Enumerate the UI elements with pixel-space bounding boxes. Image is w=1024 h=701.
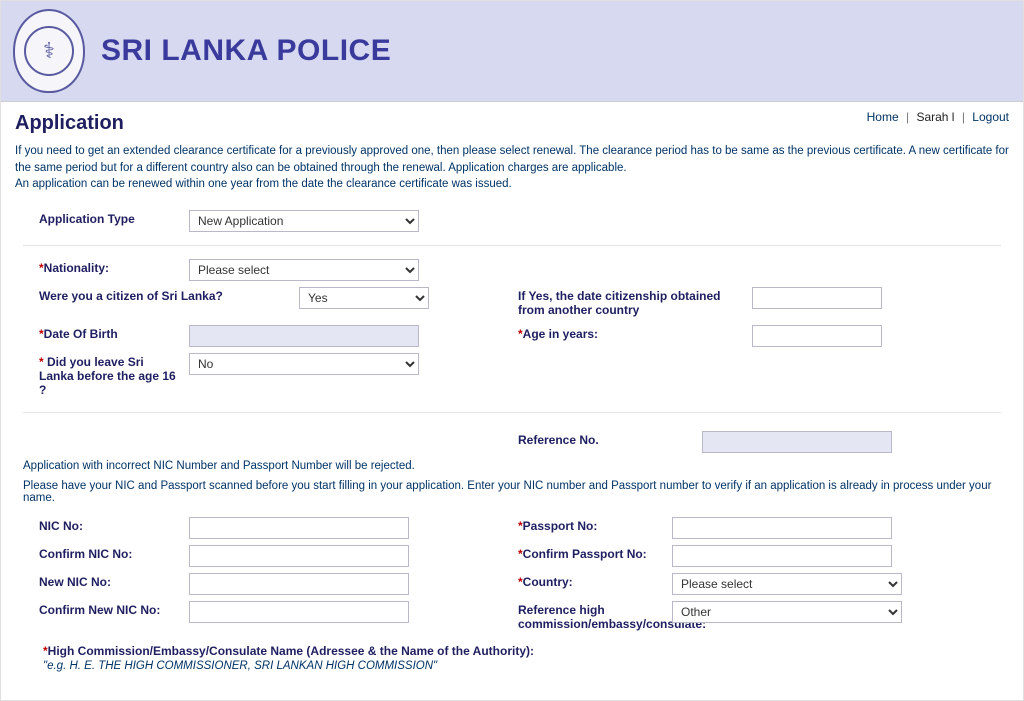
- label-ref-high-comm: Reference high commission/embassy/consul…: [512, 601, 672, 633]
- page-container: ⚕ SRI LANKA POLICE Application Home | Sa…: [0, 0, 1024, 701]
- select-citizen[interactable]: Yes: [299, 287, 429, 309]
- top-nav: Home | Sarah l | Logout: [853, 108, 1023, 124]
- label-did-you-leave: * Did you leave Sri Lanka before the age…: [9, 353, 189, 399]
- section-divider: [23, 412, 1001, 413]
- row-nic-passport-1: NIC No: *Passport No:: [9, 514, 1015, 542]
- row-nationality: *Nationality: Please select: [9, 256, 1015, 284]
- high-comm-example: "e.g. H. E. THE HIGH COMMISSIONER, SRI L…: [9, 660, 1015, 680]
- intro-text: If you need to get an extended clearance…: [1, 141, 1023, 203]
- nav-separator: |: [906, 110, 909, 124]
- row-newnic-country: New NIC No: *Country: Please select: [9, 570, 1015, 598]
- nav-home-link[interactable]: Home: [867, 110, 899, 124]
- select-ref-high-comm[interactable]: Other: [672, 601, 902, 623]
- input-new-nic[interactable]: [189, 573, 409, 595]
- label-confirm-nic: Confirm NIC No:: [9, 545, 189, 567]
- select-country[interactable]: Please select: [672, 573, 902, 595]
- row-nic-passport-2: Confirm NIC No: *Confirm Passport No:: [9, 542, 1015, 570]
- label-were-you-citizen: Were you a citizen of Sri Lanka?: [9, 287, 299, 319]
- nav-separator: |: [962, 110, 965, 124]
- row-citizen: Were you a citizen of Sri Lanka? Yes If …: [9, 284, 1015, 322]
- nav-logout-link[interactable]: Logout: [972, 110, 1009, 124]
- label-dob: *Date Of Birth: [9, 325, 189, 347]
- row-reference-no: Reference No.: [9, 423, 1015, 456]
- select-nationality[interactable]: Please select: [189, 259, 419, 281]
- site-title: SRI LANKA POLICE: [101, 34, 391, 68]
- label-country: *Country:: [512, 573, 672, 595]
- header-banner: ⚕ SRI LANKA POLICE: [1, 1, 1023, 102]
- police-logo-inner: ⚕: [24, 26, 74, 76]
- input-passport-no[interactable]: [672, 517, 892, 539]
- page-title: Application: [1, 108, 138, 141]
- select-leave-sl[interactable]: No: [189, 353, 419, 375]
- nav-user-label: Sarah l: [916, 110, 954, 124]
- police-logo: ⚕: [13, 9, 85, 93]
- section-divider: [23, 245, 1001, 246]
- label-high-comm-name: *High Commission/Embassy/Consulate Name …: [9, 636, 1015, 660]
- note-reject: Application with incorrect NIC Number an…: [9, 456, 1015, 476]
- input-age[interactable]: [752, 325, 882, 347]
- label-nic-no: NIC No:: [9, 517, 189, 539]
- input-reference-no[interactable]: [702, 431, 892, 453]
- input-dob[interactable]: [189, 325, 419, 347]
- intro-line-2: An application can be renewed within one…: [15, 176, 1009, 193]
- label-reference-no: Reference No.: [512, 431, 702, 453]
- label-application-type: Application Type: [9, 210, 189, 232]
- select-application-type[interactable]: New Application: [189, 210, 419, 232]
- input-citizenship-date[interactable]: [752, 287, 882, 309]
- input-confirm-new-nic[interactable]: [189, 601, 409, 623]
- note-scan: Please have your NIC and Passport scanne…: [9, 476, 1015, 514]
- row-leave-sl: * Did you leave Sri Lanka before the age…: [9, 350, 1015, 402]
- row-application-type: Application Type New Application: [9, 207, 1015, 235]
- label-confirm-passport: *Confirm Passport No:: [512, 545, 672, 567]
- label-confirm-new-nic: Confirm New NIC No:: [9, 601, 189, 633]
- title-row: Application Home | Sarah l | Logout: [1, 102, 1023, 141]
- label-age: *Age in years:: [512, 325, 752, 347]
- input-nic-no[interactable]: [189, 517, 409, 539]
- row-dob: *Date Of Birth *Age in years:: [9, 322, 1015, 350]
- intro-line-1: If you need to get an extended clearance…: [15, 143, 1009, 176]
- label-if-yes-date: If Yes, the date citizenship obtained fr…: [512, 287, 752, 319]
- label-nationality: *Nationality:: [9, 259, 189, 281]
- label-new-nic: New NIC No:: [9, 573, 189, 595]
- input-confirm-passport[interactable]: [672, 545, 892, 567]
- row-confirmnewnic-refhc: Confirm New NIC No: Reference high commi…: [9, 598, 1015, 636]
- label-passport-no: *Passport No:: [512, 517, 672, 539]
- form-area: Application Type New Application *Nation…: [1, 203, 1023, 700]
- input-confirm-nic[interactable]: [189, 545, 409, 567]
